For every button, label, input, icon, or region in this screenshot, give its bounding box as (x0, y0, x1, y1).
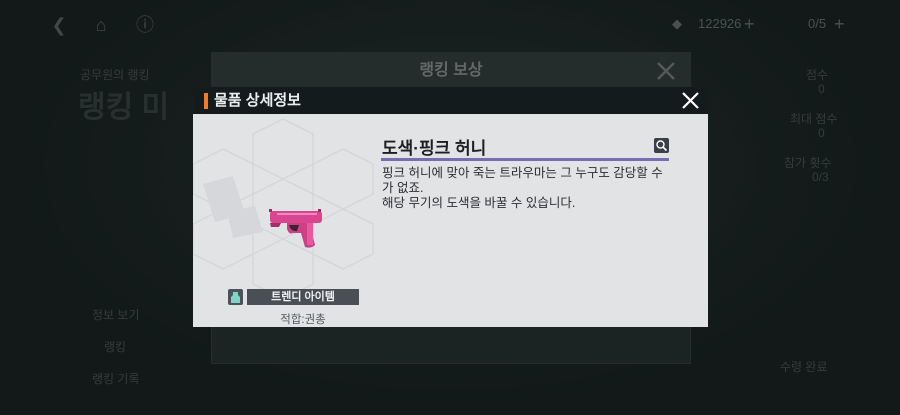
close-icon[interactable] (680, 90, 701, 111)
header-accent (204, 93, 208, 109)
trendy-tag-icon (228, 289, 243, 305)
suitability-text: 적합:권총 (280, 314, 326, 326)
modal-title: 물품 상세정보 (214, 92, 301, 109)
zoom-icon[interactable] (654, 138, 669, 153)
modal-body: 트렌디 아이템 적합:권총 도색·핑크 허니 핑크 허니에 맞아 죽는 트라우마… (193, 114, 708, 327)
item-name: 도색·핑크 허니 (382, 139, 487, 158)
item-detail-modal: 물품 상세정보 트렌디 아이템 적합:권총 도색·핑크 허니 핑크 허니에 맞아… (193, 87, 708, 327)
pink-pistol-image (269, 209, 322, 248)
item-description: 핑크 허니에 맞아 죽는 트라우마는 그 누구도 감당할 수가 없죠. 해당 무… (382, 166, 663, 210)
trendy-item-tag: 트렌디 아이템 (247, 289, 359, 305)
item-name-underline (381, 158, 669, 161)
modal-header: 물품 상세정보 (193, 87, 708, 114)
